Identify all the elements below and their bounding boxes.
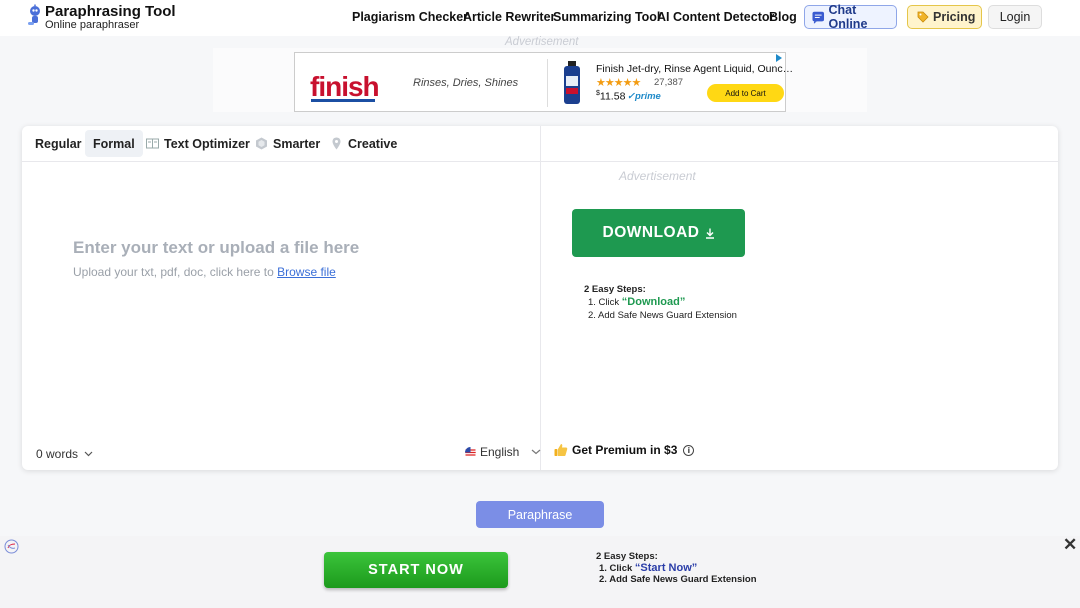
nav-blog[interactable]: Blog (769, 10, 797, 24)
nav-summarizing-tool[interactable]: Summarizing Tool (553, 10, 660, 24)
language-label: English (480, 445, 520, 459)
upload-hint: Upload your txt, pdf, doc, click here to… (73, 265, 336, 279)
ad-label-right: Advertisement (619, 169, 696, 183)
tab-label: Creative (348, 136, 398, 151)
ad-label-top: Advertisement (505, 36, 579, 48)
tab-text-optimizer[interactable]: Text Optimizer (138, 130, 258, 157)
tag-icon (917, 11, 929, 23)
ad-divider (547, 59, 548, 107)
robot-logo-icon[interactable] (25, 4, 43, 28)
step-two: 2. Add Safe News Guard Extension (588, 310, 737, 321)
download-label: DOWNLOAD (602, 224, 700, 241)
get-premium-link[interactable]: Get Premium in $3 i (554, 443, 695, 457)
brand-underline (311, 99, 375, 102)
thumbs-up-icon (554, 444, 568, 456)
logo-subtitle: Online paraphraser (45, 19, 140, 31)
site-header: Paraphrasing Tool Online paraphraser Pla… (0, 0, 1080, 36)
download-steps: 2 Easy Steps: 1. Click “Download” 2. Add… (584, 283, 737, 322)
download-button[interactable]: DOWNLOAD (572, 209, 745, 257)
tabs-divider (22, 161, 1058, 162)
download-icon (705, 228, 714, 239)
chevron-down-icon (531, 449, 541, 455)
tab-label: Text Optimizer (164, 136, 250, 151)
logo-title[interactable]: Paraphrasing Tool (45, 3, 176, 20)
top-ad-banner[interactable]: finish Rinses, Dries, Shines Finish Jet-… (294, 52, 793, 112)
ad-info-icon[interactable] (4, 539, 19, 554)
rating-count: 27,387 (654, 77, 684, 88)
panel-divider (540, 126, 541, 470)
pricing-label: Pricing (933, 10, 976, 24)
step-one: 1. Click “Download” (588, 296, 686, 308)
chat-bubble-icon (812, 11, 825, 24)
start-steps: 2 Easy Steps: 1. Click “Start Now” 2. Ad… (596, 551, 757, 586)
tab-label: Smarter (273, 136, 321, 151)
prime-badge: ✓prime (627, 91, 661, 102)
language-selector[interactable]: English (465, 445, 543, 459)
ad-product-title[interactable]: Finish Jet-dry, Rinse Agent Liquid, Ounc… (596, 63, 793, 75)
word-count-dropdown[interactable]: 0 words (36, 447, 93, 461)
premium-label: Get Premium in $3 (572, 443, 678, 457)
ad-choices-icon[interactable] (775, 54, 783, 62)
step-two: 2. Add Safe News Guard Extension (599, 574, 757, 585)
login-button[interactable]: Login (988, 5, 1042, 29)
paraphrase-button[interactable]: Paraphrase (476, 501, 604, 528)
location-pin-icon (332, 137, 341, 150)
paraphraser-card: Regular Formal Text Optimizer Smarter Cr… (22, 126, 1058, 470)
ad-price: $11.58 (596, 90, 626, 103)
close-ad-icon[interactable]: ✕ (1063, 535, 1077, 555)
word-count: 0 words (36, 447, 79, 461)
book-icon (146, 138, 159, 149)
tab-formal[interactable]: Formal (85, 130, 143, 157)
chevron-down-icon (84, 451, 93, 457)
add-to-cart-button[interactable]: Add to Cart (707, 84, 784, 102)
pricing-button[interactable]: Pricing (907, 5, 982, 29)
nav-article-rewriter[interactable]: Article Rewriter (463, 10, 555, 24)
nav-ai-content-detector[interactable]: AI Content Detector (657, 10, 774, 24)
input-placeholder[interactable]: Enter your text or upload a file here (73, 238, 359, 258)
tab-label: Formal (93, 136, 135, 151)
steps-title: 2 Easy Steps: (584, 284, 646, 295)
info-icon[interactable]: i (683, 444, 695, 456)
chat-online-button[interactable]: Chat Online (804, 3, 897, 31)
ad-tagline: Rinses, Dries, Shines (413, 77, 519, 89)
browse-file-link[interactable]: Browse file (277, 265, 336, 279)
tab-regular[interactable]: Regular (27, 130, 90, 157)
tab-label: Regular (35, 136, 82, 151)
nav-plagiarism-checker[interactable]: Plagiarism Checker (352, 10, 468, 24)
chat-online-label: Chat Online (828, 3, 868, 31)
tab-smarter[interactable]: Smarter (247, 130, 328, 157)
tab-creative[interactable]: Creative (322, 130, 405, 157)
us-flag-icon (465, 446, 476, 458)
product-bottle-image (564, 61, 580, 104)
bottom-ad-banner[interactable] (0, 536, 1080, 608)
gem-icon (256, 137, 267, 150)
step-one: 1. Click “Start Now” (599, 561, 698, 574)
start-now-button[interactable]: START NOW (324, 552, 508, 588)
rating-stars-icon: ★★★★★ (596, 77, 641, 89)
